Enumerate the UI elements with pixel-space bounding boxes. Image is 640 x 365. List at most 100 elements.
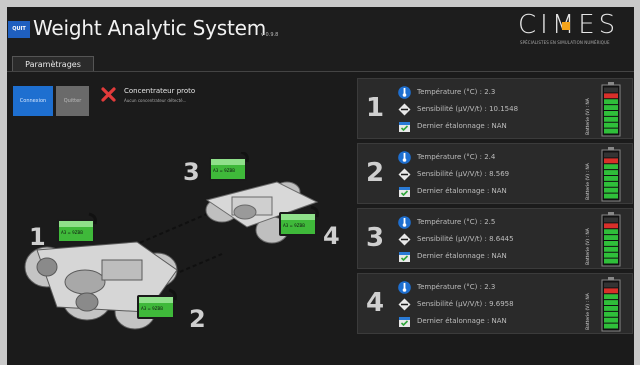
battery-segment	[604, 158, 618, 164]
battery-segment	[604, 116, 618, 122]
position-label-3: 3	[183, 158, 200, 186]
battery-segment	[604, 252, 618, 258]
battery-segment	[604, 229, 618, 235]
sensor-diamond-icon	[398, 103, 411, 116]
position-label-2: 2	[189, 305, 206, 333]
sensor-panel-1: 1 Température (°C) : 2.3 Sensibilité (µV…	[357, 78, 633, 139]
battery-cap	[608, 147, 614, 150]
battery-segment	[604, 111, 618, 116]
calibration-value: Dernier étalonnage : NAN	[417, 122, 507, 130]
svg-text:A3 = 9ZBB: A3 = 9ZBB	[141, 306, 163, 311]
sensor-number: 1	[366, 93, 385, 123]
thermometer-icon	[398, 151, 411, 164]
sensitivity-value: Sensibilité (µV/V/t) : 8.6445	[417, 235, 514, 243]
position-label-1: 1	[29, 223, 46, 251]
battery-segment	[604, 128, 618, 134]
battery-gauge-icon	[601, 212, 621, 267]
app-title: Weight Analytic System	[33, 16, 266, 40]
battery-segment	[604, 258, 618, 264]
battery-segment	[604, 306, 618, 311]
calendar-check-icon	[399, 317, 410, 327]
battery-label: Batterie (V) : NA	[586, 228, 591, 265]
thermometer-icon	[398, 216, 411, 229]
battery-gauge-graphic	[601, 82, 621, 137]
battery-segment	[604, 181, 618, 187]
battery-segment	[604, 105, 618, 110]
main-content: Connexion Quitter Concentrateur proto Au…	[7, 72, 634, 365]
sensor-number: 3	[366, 223, 385, 253]
battery-segment	[604, 170, 618, 175]
battery-gauge-icon	[601, 277, 621, 332]
battery-gauge-graphic	[601, 212, 621, 267]
logo-accent-square	[562, 22, 570, 30]
battery-gauge-icon	[601, 82, 621, 137]
battery-segment	[604, 99, 618, 105]
battery-segment	[604, 235, 618, 240]
sensitivity-value: Sensibilité (µV/V/t) : 10.1548	[417, 105, 519, 113]
battery-label: Batterie (V) : NA	[586, 293, 591, 330]
battery-frame	[601, 84, 621, 137]
temperature-value: Température (°C) : 2.5	[417, 218, 496, 226]
battery-segment	[604, 164, 618, 170]
svg-text:A3 = 9ZBB: A3 = 9ZBB	[283, 223, 305, 228]
battery-segment	[604, 187, 618, 193]
battery-segment	[604, 288, 618, 294]
battery-segment	[604, 93, 618, 99]
battery-gauge-graphic	[601, 147, 621, 202]
disconnect-button[interactable]: Quitter	[56, 86, 89, 116]
battery-segment	[604, 176, 618, 181]
battery-segment	[604, 317, 618, 323]
battery-segment	[604, 122, 618, 128]
sensitivity-value: Sensibilité (µV/V/t) : 8.569	[417, 170, 510, 178]
sensor-panel-2: 2 Température (°C) : 2.4 Sensibilité (µV…	[357, 143, 633, 204]
connect-button[interactable]: Connexion	[13, 86, 53, 116]
calendar-check-icon	[399, 187, 410, 197]
tab-parametrages[interactable]: Paramètrages	[12, 56, 94, 72]
calibration-value: Dernier étalonnage : NAN	[417, 317, 507, 325]
app-window: QUIT Weight Analytic System v 0.9.8 CIME…	[7, 7, 634, 365]
battery-frame	[601, 149, 621, 202]
thermometer-icon	[398, 86, 411, 99]
calibration-value: Dernier étalonnage : NAN	[417, 252, 507, 260]
app-version: v 0.9.8	[261, 32, 279, 38]
battery-segment	[604, 246, 618, 252]
red-x-icon	[101, 87, 116, 102]
sensor-panel-4: 4 Température (°C) : 2.3 Sensibilité (µV…	[357, 273, 633, 334]
battery-frame	[601, 279, 621, 332]
bogie-illustration: A3 = 9ZBB A3 = 9ZBB A3 = 9ZBB A3 = 9ZBB …	[24, 152, 340, 333]
cimes-logo: CIMES SPÉCIALISTES EN SIMULATION NUMÉRIQ…	[516, 10, 628, 47]
battery-label: Batterie (V) : NA	[586, 163, 591, 200]
battery-segment	[604, 282, 618, 288]
sensor-panel-3: 3 Température (°C) : 2.5 Sensibilité (µV…	[357, 208, 633, 269]
battery-segment	[604, 87, 618, 93]
battery-segment	[604, 193, 618, 199]
sensor-marker-3: A3 = 9ZBB	[209, 152, 249, 181]
concentrator-status-subtitle: Aucun concentrateur détecté...	[124, 98, 187, 103]
sensor-diamond-icon	[398, 233, 411, 246]
battery-segment	[604, 311, 618, 317]
battery-frame	[601, 214, 621, 267]
quit-button[interactable]: QUIT	[8, 21, 30, 38]
sticker-text: A3 = 9ZBB	[61, 230, 83, 235]
sensor-number: 2	[366, 158, 385, 188]
battery-segment	[604, 241, 618, 246]
battery-gauge-icon	[601, 147, 621, 202]
temperature-value: Température (°C) : 2.3	[417, 283, 496, 291]
battery-cap	[608, 212, 614, 215]
calendar-check-icon	[399, 122, 410, 132]
battery-cap	[608, 82, 614, 85]
battery-gauge-graphic	[601, 277, 621, 332]
battery-label: Batterie (V) : NA	[586, 98, 591, 135]
battery-segment	[604, 152, 618, 158]
battery-segment	[604, 323, 618, 329]
calendar-check-icon	[399, 252, 410, 262]
battery-segment	[604, 217, 618, 223]
svg-text:A3 = 9ZBB: A3 = 9ZBB	[213, 168, 235, 173]
battery-segment	[604, 223, 618, 229]
battery-cap	[608, 277, 614, 280]
sensitivity-value: Sensibilité (µV/V/t) : 9.6958	[417, 300, 514, 308]
title-bar: QUIT Weight Analytic System v 0.9.8 CIME…	[7, 7, 634, 49]
calibration-value: Dernier étalonnage : NAN	[417, 187, 507, 195]
temperature-value: Température (°C) : 2.4	[417, 153, 496, 161]
sensor-diamond-icon	[398, 298, 411, 311]
